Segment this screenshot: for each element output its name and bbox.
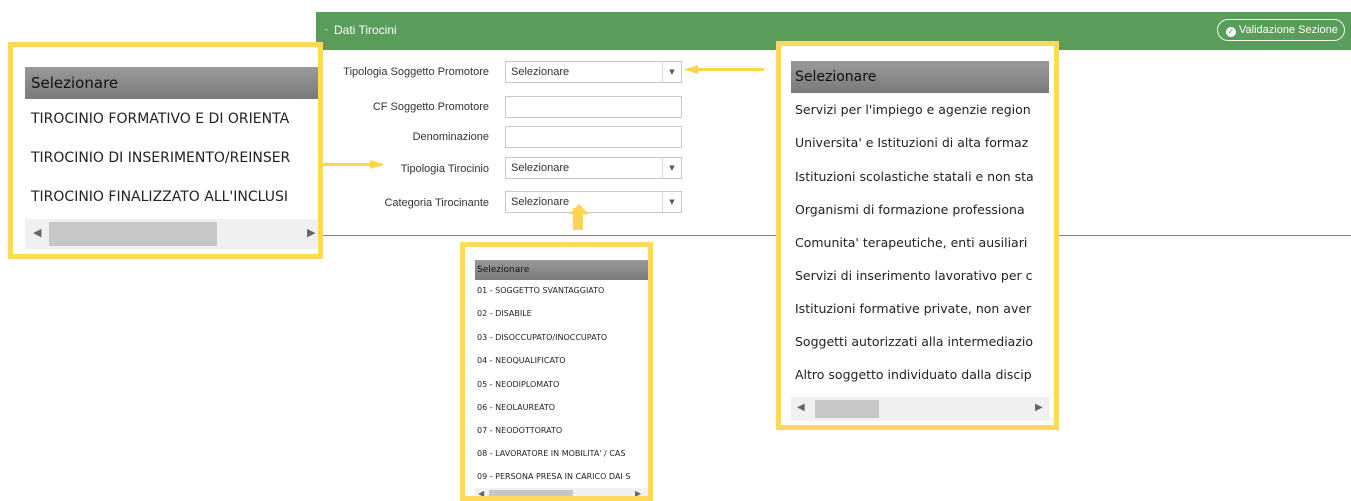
dropdown-option[interactable]: 09 - PERSONA PRESA IN CARICO DAI S — [477, 472, 630, 481]
label-cf-soggetto-promotore: CF Soggetto Promotore — [372, 101, 489, 113]
select-value: Selezionare — [511, 196, 570, 208]
scroll-left-icon[interactable]: ◀ — [478, 489, 484, 496]
input-cf-soggetto-promotore[interactable] — [505, 96, 682, 118]
scroll-left-icon[interactable]: ◀ — [797, 402, 805, 413]
select-tipologia-soggetto-promotore[interactable]: Selezionare ▼ — [505, 61, 682, 83]
dropdown-option[interactable]: Altro soggetto individuato dalla discip — [795, 367, 1032, 382]
dropdown-option[interactable]: 05 - NEODIPLOMATO — [477, 380, 559, 389]
dropdown-option[interactable]: Comunita' terapeutiche, enti ausiliari — [795, 235, 1027, 250]
dropdown-option[interactable]: TIROCINIO FORMATIVO E DI ORIENTA — [31, 111, 289, 127]
dropdown-option[interactable]: Servizi di inserimento lavorativo per c — [795, 268, 1033, 283]
dropdown-option[interactable]: Istituzioni scolastiche statali e non st… — [795, 169, 1034, 184]
dropdown-option[interactable]: Istituzioni formative private, non aver — [795, 301, 1031, 316]
scroll-left-icon[interactable]: ◀ — [33, 226, 41, 239]
section-title: Dati Tirocini — [334, 23, 397, 37]
callout-arrowhead-promotore — [684, 65, 698, 74]
dropdown-option-header[interactable]: Selezionare — [475, 260, 648, 280]
scroll-thumb[interactable] — [489, 490, 573, 496]
check-circle-icon: ✓ — [1226, 27, 1236, 37]
scroll-thumb[interactable] — [49, 222, 217, 246]
label-categoria-tirocinante: Categoria Tirocinante — [384, 197, 489, 209]
select-value: Selezionare — [511, 66, 570, 78]
select-categoria-tirocinante[interactable]: Selezionare ▼ — [505, 191, 682, 213]
dropdown-option[interactable]: 03 - DISOCCUPATO/INOCCUPATO — [477, 333, 607, 342]
horizontal-scrollbar[interactable]: ◀ ▶ — [25, 219, 318, 249]
chevron-down-icon[interactable]: ▼ — [662, 192, 681, 212]
scroll-thumb[interactable] — [815, 400, 879, 418]
dropdown-option[interactable]: 04 - NEOQUALIFICATO — [477, 356, 566, 365]
chevron-down-icon[interactable]: ▼ — [662, 158, 681, 178]
collapse-icon[interactable]: – — [324, 25, 329, 35]
dropdown-option[interactable]: Organismi di formazione professiona — [795, 202, 1025, 217]
scroll-right-icon[interactable]: ▶ — [307, 226, 315, 239]
callout-dropdown-tipologia-tirocinio: Selezionare TIROCINIO FORMATIVO E DI ORI… — [8, 42, 323, 259]
dropdown-option[interactable]: 07 - NEODOTTORATO — [477, 426, 562, 435]
dropdown-option[interactable]: 08 - LAVORATORE IN MOBILITA' / CAS — [477, 449, 625, 458]
dropdown-option[interactable]: TIROCINIO FINALIZZATO ALL'INCLUSI — [31, 189, 288, 205]
dropdown-option[interactable]: Universita' e Istituzioni di alta formaz — [795, 135, 1028, 150]
horizontal-scrollbar[interactable]: ◀ ▶ — [791, 397, 1049, 421]
scroll-right-icon[interactable]: ▶ — [1035, 402, 1043, 413]
callout-dropdown-soggetto-promotore: Selezionare Servizi per l'impiego e agen… — [776, 41, 1059, 430]
dropdown-option[interactable]: 01 - SOGGETTO SVANTAGGIATO — [477, 286, 604, 295]
validate-section-button[interactable]: ✓ Validazione Sezione — [1217, 19, 1345, 41]
dropdown-option[interactable]: Soggetti autorizzati alla intermediazio — [795, 334, 1033, 349]
chevron-down-icon[interactable]: ▼ — [662, 62, 681, 82]
select-value: Selezionare — [511, 162, 570, 174]
validate-section-label: Validazione Sezione — [1239, 24, 1338, 36]
horizontal-scrollbar[interactable]: ◀ ▶ — [475, 488, 648, 496]
dropdown-option[interactable]: 06 - NEOLAUREATO — [477, 403, 555, 412]
label-tipologia-soggetto-promotore: Tipologia Soggetto Promotore — [343, 66, 489, 78]
dropdown-option[interactable]: TIROCINIO DI INSERIMENTO/REINSER — [31, 150, 290, 166]
dropdown-option-header[interactable]: Selezionare — [791, 61, 1049, 93]
input-denominazione[interactable] — [505, 126, 682, 148]
scroll-right-icon[interactable]: ▶ — [635, 489, 641, 496]
select-tipologia-tirocinio[interactable]: Selezionare ▼ — [505, 157, 682, 179]
dropdown-option-header[interactable]: Selezionare — [25, 67, 318, 99]
label-denominazione: Denominazione — [412, 131, 489, 143]
dropdown-option[interactable]: 02 - DISABILE — [477, 309, 532, 318]
callout-arrow-promotore — [688, 68, 764, 71]
callout-dropdown-categoria: Selezionare 01 - SOGGETTO SVANTAGGIATO 0… — [460, 242, 653, 501]
dropdown-option[interactable]: Servizi per l'impiego e agenzie region — [795, 102, 1031, 117]
